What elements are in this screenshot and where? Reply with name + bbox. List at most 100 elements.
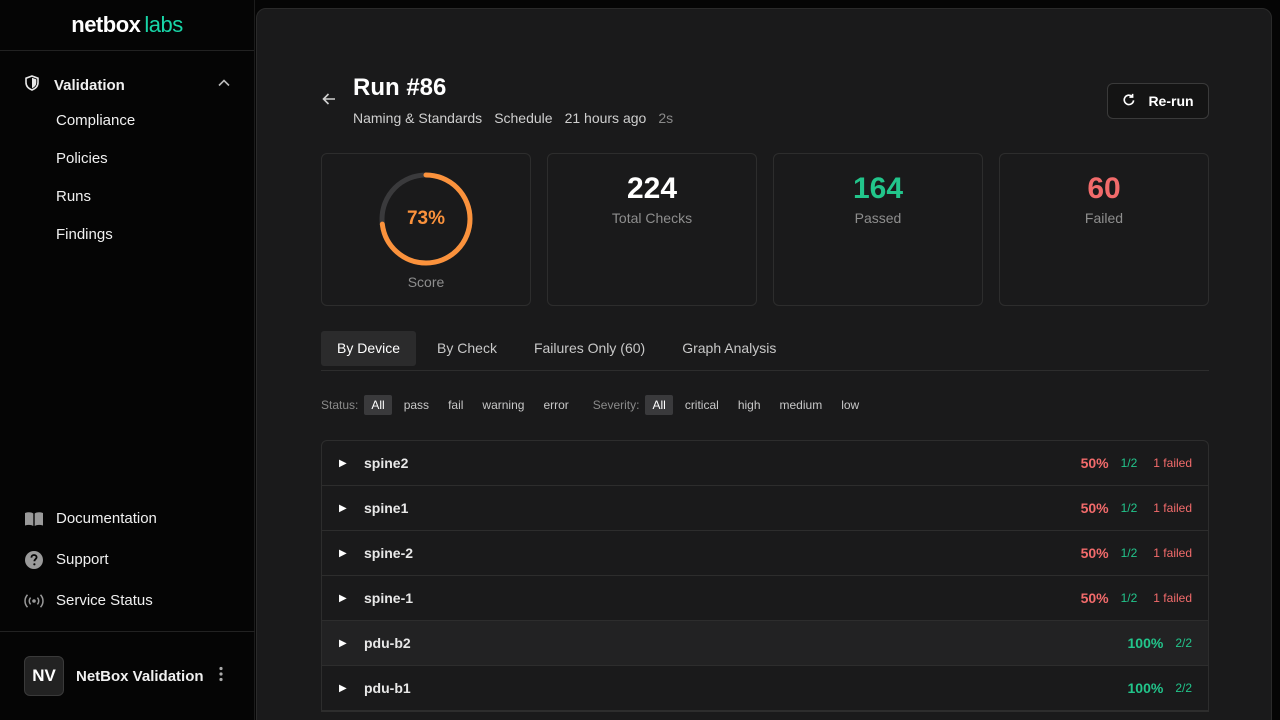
more-vertical-icon[interactable] <box>211 666 231 687</box>
sidebar: netbox labs Validation Compliance Policie… <box>0 0 255 720</box>
rerun-label: Re-run <box>1148 93 1194 109</box>
tab-failures-only[interactable]: Failures Only (60) <box>518 331 661 366</box>
support-link[interactable]: Support <box>0 539 255 580</box>
device-failed-count: 1 failed <box>1153 591 1192 605</box>
device-failed-count: 1 failed <box>1153 501 1192 515</box>
brand-name-part1: netbox <box>71 12 141 37</box>
sidebar-item-runs[interactable]: Runs <box>0 178 255 216</box>
status-filter-label: Status: <box>321 398 359 412</box>
device-pass-ratio: 1/2 <box>1120 501 1138 515</box>
brand-logo[interactable]: netbox labs <box>0 0 254 51</box>
severity-filter-critical[interactable]: critical <box>678 395 726 415</box>
tab-graph-analysis[interactable]: Graph Analysis <box>666 331 792 366</box>
expand-caret-icon[interactable]: ▶ <box>339 683 364 694</box>
documentation-link[interactable]: Documentation <box>0 498 255 539</box>
status-filter-fail[interactable]: fail <box>441 395 470 415</box>
sidebar-footer-links: Documentation Support Service Status <box>0 498 255 621</box>
device-score: 100% <box>1127 635 1164 651</box>
device-score: 50% <box>1080 500 1109 516</box>
status-filter-all[interactable]: All <box>364 395 392 415</box>
user-name: NetBox Validation <box>76 667 204 685</box>
back-arrow-icon[interactable] <box>321 91 337 112</box>
user-profile[interactable]: NV NetBox Validation <box>0 631 255 720</box>
status-filter-warning[interactable]: warning <box>475 395 531 415</box>
nav-section-header[interactable]: Validation <box>0 73 255 97</box>
support-label: Support <box>56 551 109 568</box>
status-filter-error[interactable]: error <box>536 395 575 415</box>
chevron-up-icon[interactable] <box>217 76 231 95</box>
device-name: pdu-b2 <box>364 635 411 651</box>
sidebar-item-policies[interactable]: Policies <box>0 140 255 178</box>
passed-card: 164 Passed <box>773 153 983 306</box>
device-results-table: ▶ spine2 50% 1/2 1 failed ▶ spine1 50% 1… <box>321 440 1209 712</box>
device-score: 50% <box>1080 455 1109 471</box>
total-checks-label: Total Checks <box>611 210 693 226</box>
severity-filter-label: Severity: <box>592 398 640 412</box>
device-score: 50% <box>1080 545 1109 561</box>
passed-label: Passed <box>854 210 902 226</box>
passed-value: 164 <box>852 172 904 205</box>
sidebar-item-compliance[interactable]: Compliance <box>0 102 255 140</box>
status-filter-pass[interactable]: pass <box>397 395 436 415</box>
expand-caret-icon[interactable]: ▶ <box>339 458 364 469</box>
severity-filter-medium[interactable]: medium <box>773 395 830 415</box>
score-gauge: 73% <box>376 169 476 269</box>
result-tabs: By Device By Check Failures Only (60) Gr… <box>321 331 1209 371</box>
score-value: 73% <box>406 208 446 229</box>
device-pass-ratio: 1/2 <box>1120 456 1138 470</box>
table-row[interactable]: ▶ spine1 50% 1/2 1 failed <box>322 486 1208 531</box>
severity-filter-all[interactable]: All <box>645 395 673 415</box>
book-icon <box>23 511 45 527</box>
severity-filter-high[interactable]: high <box>731 395 768 415</box>
service-status-link[interactable]: Service Status <box>0 580 255 621</box>
table-row[interactable]: ▶ spine2 50% 1/2 1 failed <box>322 441 1208 486</box>
total-checks-card: 224 Total Checks <box>547 153 757 306</box>
run-policy: Naming & Standards <box>353 110 483 126</box>
device-failed-count: 1 failed <box>1153 456 1192 470</box>
failed-value: 60 <box>1087 172 1121 205</box>
device-pass-ratio: 1/2 <box>1120 591 1138 605</box>
table-row[interactable]: ▶ pdu-b2 100% 2/2 <box>322 621 1208 666</box>
device-failed-count: 1 failed <box>1153 546 1192 560</box>
total-checks-value: 224 <box>626 172 678 205</box>
failed-card: 60 Failed <box>999 153 1209 306</box>
filter-bar: Status: All pass fail warning error Seve… <box>321 395 871 415</box>
device-name: spine1 <box>364 500 409 516</box>
device-pass-ratio: 1/2 <box>1120 546 1138 560</box>
device-pass-ratio: 2/2 <box>1175 681 1192 695</box>
table-row[interactable]: ▶ spine-2 50% 1/2 1 failed <box>322 531 1208 576</box>
page-title: Run #86 <box>353 74 447 101</box>
score-card: 73% Score <box>321 153 531 306</box>
main-panel: Run #86 Naming & Standards Schedule 21 h… <box>256 8 1272 720</box>
run-duration: 2s <box>658 110 674 126</box>
expand-caret-icon[interactable]: ▶ <box>339 593 364 604</box>
table-row[interactable]: ▶ spine-1 50% 1/2 1 failed <box>322 576 1208 621</box>
run-meta: Naming & Standards Schedule 21 hours ago… <box>353 110 673 126</box>
refresh-icon <box>1122 93 1136 110</box>
tab-by-device[interactable]: By Device <box>321 331 417 366</box>
rerun-button[interactable]: Re-run <box>1107 83 1209 119</box>
device-name: spine-1 <box>364 590 414 606</box>
run-trigger: Schedule <box>494 110 553 126</box>
expand-caret-icon[interactable]: ▶ <box>339 548 364 559</box>
expand-caret-icon[interactable]: ▶ <box>339 503 364 514</box>
expand-caret-icon[interactable]: ▶ <box>339 638 364 649</box>
help-icon <box>23 550 45 570</box>
device-name: spine2 <box>364 455 409 471</box>
documentation-label: Documentation <box>56 510 157 527</box>
device-pass-ratio: 2/2 <box>1175 636 1192 650</box>
sidebar-item-findings[interactable]: Findings <box>0 216 255 254</box>
tab-by-check[interactable]: By Check <box>421 331 513 366</box>
failed-label: Failed <box>1084 210 1124 226</box>
broadcast-icon <box>23 593 45 609</box>
nav-section-label: Validation <box>54 76 125 94</box>
device-name: pdu-b1 <box>364 680 411 696</box>
device-name: spine-2 <box>364 545 414 561</box>
brand-name-part2: labs <box>144 12 183 37</box>
table-row[interactable]: ▶ pdu-b1 100% 2/2 <box>322 666 1208 711</box>
device-score: 50% <box>1080 590 1109 606</box>
shield-icon <box>24 74 40 96</box>
service-status-label: Service Status <box>56 592 153 609</box>
device-score: 100% <box>1127 680 1164 696</box>
severity-filter-low[interactable]: low <box>834 395 866 415</box>
